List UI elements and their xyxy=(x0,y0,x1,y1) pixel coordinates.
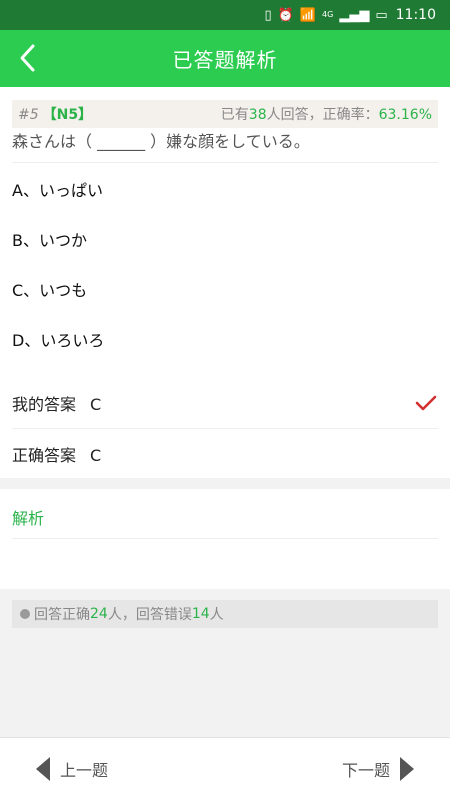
signal-icon: ▂▄▆ xyxy=(339,7,370,23)
answer-section: 我的答案 C 正确答案 C xyxy=(0,378,450,478)
status-time: 11:10 xyxy=(395,7,436,23)
battery-icon: ▭ xyxy=(375,7,388,23)
question-stats: 已有38人回答，正确率：63.16% xyxy=(221,104,432,124)
correct-answer-row: 正确答案 C xyxy=(12,428,438,478)
correct-answer-value: C xyxy=(90,445,102,465)
next-question-button[interactable]: 下一题 xyxy=(342,757,414,781)
option-d[interactable]: D、いろいろ xyxy=(0,314,450,364)
nav-bar: 已答题解析 xyxy=(0,30,450,87)
accuracy-rate: 63.16% xyxy=(378,107,432,123)
correct-prefix: 回答正确 xyxy=(34,607,90,623)
status-bar: ▯ ⏰ 📶 4G ▂▄▆ ▭ 11:10 xyxy=(0,0,450,30)
checkmark-icon xyxy=(415,395,437,411)
wrong-count: 14 xyxy=(191,606,210,622)
my-answer-row: 我的答案 C xyxy=(0,378,450,428)
correct-suffix: 人， xyxy=(107,607,136,623)
bottom-navigation: 上一题 下一题 xyxy=(0,737,450,800)
arrow-left-icon xyxy=(36,757,50,781)
option-b[interactable]: B、いつか xyxy=(0,214,450,264)
prev-question-button[interactable]: 上一题 xyxy=(36,757,108,781)
correct-answer-label: 正确答案 xyxy=(12,445,77,465)
next-label: 下一题 xyxy=(341,761,390,780)
result-summary: 回答正确 24 人， 回答错误 14 人 xyxy=(12,600,438,628)
answered-count: 38 xyxy=(248,107,267,123)
option-c[interactable]: C、いつも xyxy=(0,264,450,314)
vibrate-icon: ▯ xyxy=(264,7,272,23)
stats-prefix: 已有 xyxy=(220,107,249,123)
correct-count: 24 xyxy=(90,606,108,622)
question-text: 森さんは（ ______ ）嫌な顔をしている。 xyxy=(12,128,438,163)
wifi-icon: 📶 xyxy=(299,7,317,23)
network-label: 4G xyxy=(322,10,334,19)
question-number: #5 xyxy=(18,107,39,123)
option-list: A、いっぱい B、いつか C、いつも D、いろいろ xyxy=(0,163,450,378)
alarm-icon: ⏰ xyxy=(277,7,294,23)
stats-middle: 人回答，正确率： xyxy=(266,107,379,123)
arrow-right-icon xyxy=(400,757,414,781)
bullet-dot-icon xyxy=(20,609,30,619)
wrong-prefix: 回答错误 xyxy=(135,607,192,623)
analysis-label: 解析 xyxy=(12,489,438,539)
my-answer-label: 我的答案 xyxy=(12,395,77,414)
status-icons: ▯ ⏰ 📶 4G ▂▄▆ ▭ xyxy=(265,9,388,22)
question-header: #5 【N5】 已有38人回答，正确率：63.16% xyxy=(12,100,438,128)
my-answer-value: C xyxy=(90,395,102,414)
prev-label: 上一题 xyxy=(60,761,109,780)
page-title: 已答题解析 xyxy=(172,48,278,72)
question-card: #5 【N5】 已有38人回答，正确率：63.16% 森さんは（ ______ ）… xyxy=(0,87,450,378)
chevron-left-icon xyxy=(20,44,35,72)
analysis-section: 解析 xyxy=(0,489,450,589)
question-level: 【N5】 xyxy=(42,107,93,123)
option-a[interactable]: A、いっぱい xyxy=(0,164,450,214)
wrong-suffix: 人 xyxy=(209,607,224,623)
back-button[interactable] xyxy=(8,38,48,78)
